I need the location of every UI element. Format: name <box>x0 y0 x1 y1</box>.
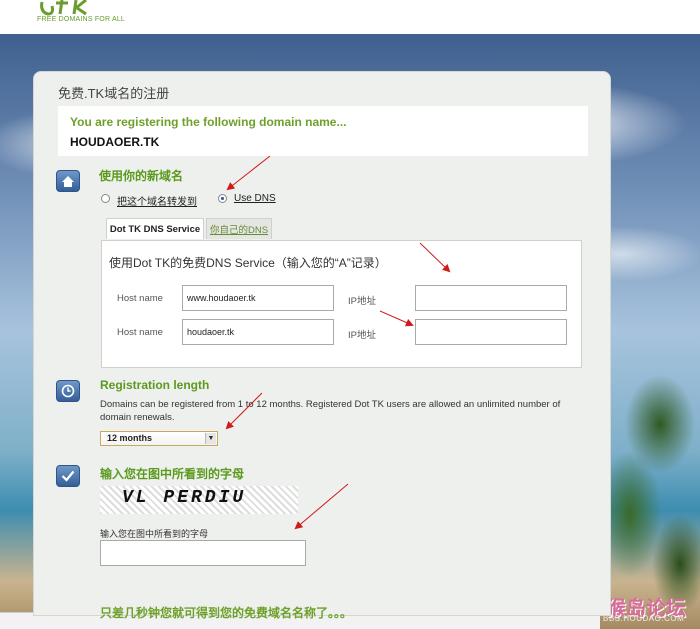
registration-panel: 免费.TK域名的注册 You are registering the follo… <box>33 71 611 620</box>
tab-dot-tk-dns[interactable]: Dot TK DNS Service <box>106 218 204 239</box>
forum-url: BBS.HOUDAO.COM <box>603 614 685 623</box>
dns-heading: 使用Dot TK的免费DNS Service（输入您的“A”记录） <box>109 256 387 270</box>
captcha-input-label: 输入您在图中所看到的字母 <box>100 529 209 539</box>
host-name-label: Host name <box>117 293 163 304</box>
site-header: FREE DOMAINS FOR ALL <box>0 0 700 34</box>
clock-icon <box>56 380 80 402</box>
use-domain-title: 使用你的新域名 <box>99 169 184 183</box>
captcha-title: 输入您在图中所看到的字母 <box>100 467 245 481</box>
home-icon <box>56 170 80 192</box>
host-name-input-root[interactable]: houdaoer.tk <box>182 319 334 345</box>
radio-use-dns[interactable] <box>218 194 227 203</box>
footer-message: 只差几秒钟您就可得到您的免费域名名称了。。。 <box>100 606 353 620</box>
checkmark-icon <box>56 465 80 487</box>
ip-address-input-root[interactable] <box>415 319 567 345</box>
panel-title: 免费.TK域名的注册 <box>58 86 170 101</box>
logo-tagline: FREE DOMAINS FOR ALL <box>37 16 126 23</box>
registering-message: You are registering the following domain… <box>70 115 347 129</box>
ip-address-label: IP地址 <box>348 296 376 307</box>
dns-panel: 使用Dot TK的免费DNS Service（输入您的“A”记录） Host n… <box>101 240 582 368</box>
ip-address-label: IP地址 <box>348 330 376 341</box>
tab-own-dns[interactable]: 你自己的DNS <box>206 218 272 239</box>
chevron-down-icon[interactable]: ▼ <box>205 433 216 444</box>
captcha-image: VL PERDIU <box>100 486 298 514</box>
captcha-input[interactable] <box>100 540 306 566</box>
radio-forward-label[interactable]: 把这个域名转发到 <box>117 193 197 208</box>
ip-address-input-www[interactable] <box>415 285 567 311</box>
selected-length: 12 months <box>107 433 153 443</box>
host-name-label: Host name <box>117 327 163 338</box>
host-name-input-www[interactable]: www.houdaoer.tk <box>182 285 334 311</box>
radio-forward[interactable] <box>101 194 110 203</box>
registration-length-select[interactable]: 12 months ▼ <box>100 431 218 446</box>
registering-box: You are registering the following domain… <box>58 106 588 156</box>
registration-length-title: Registration length <box>100 378 210 392</box>
registration-length-description: Domains can be registered from 1 to 12 m… <box>100 399 561 423</box>
palm-trees <box>600 364 700 624</box>
radio-use-dns-label[interactable]: Use DNS <box>234 193 276 204</box>
domain-name: HOUDAOER.TK <box>70 135 160 149</box>
